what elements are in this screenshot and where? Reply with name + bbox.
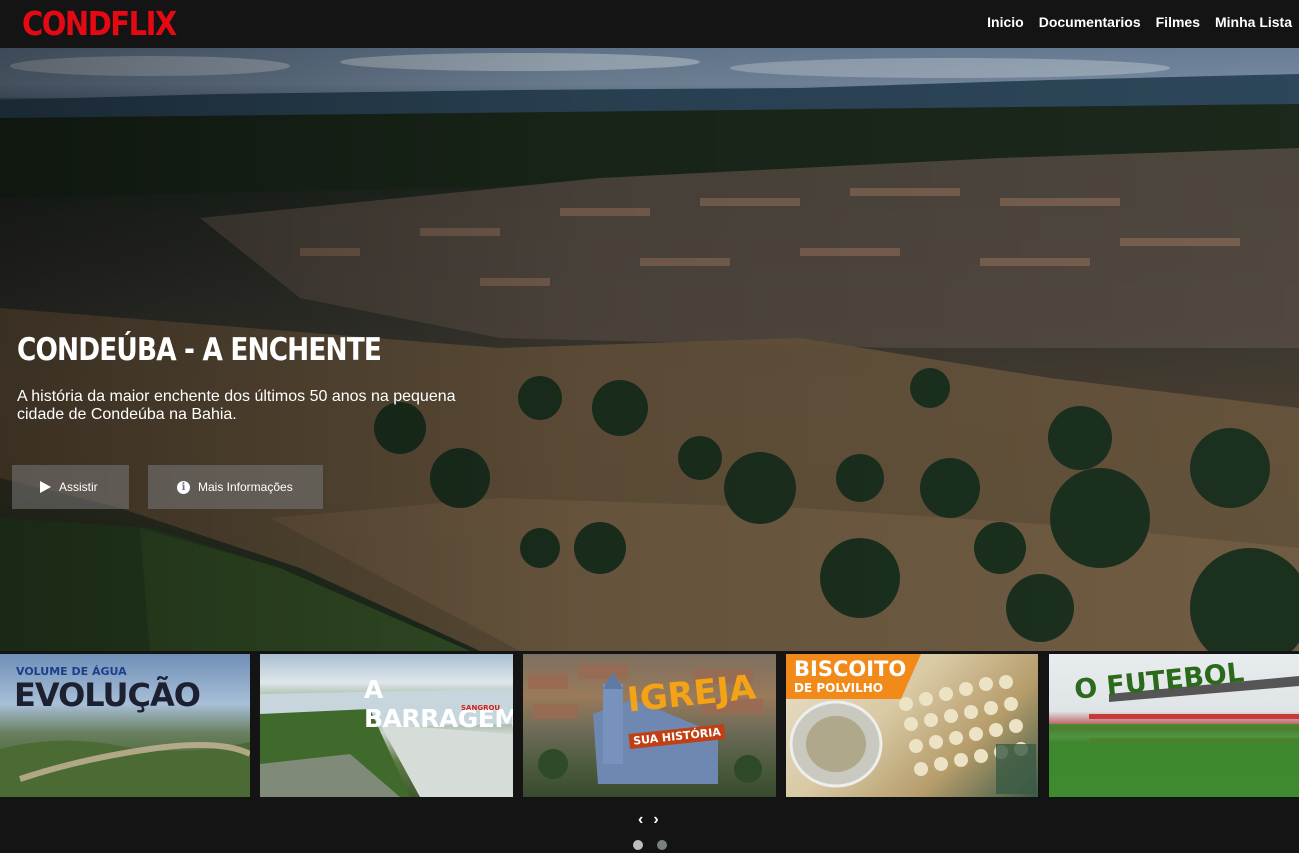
- thumbnail-caption-small: SANGROU: [461, 704, 501, 712]
- nav-filmes[interactable]: Filmes: [1156, 14, 1200, 30]
- main-nav: Inicio Documentarios Filmes Minha Lista: [987, 14, 1292, 30]
- hero-description: A história da maior enchente dos últimos…: [17, 388, 456, 423]
- carousel-pagination: [633, 840, 667, 850]
- pagination-dot-2[interactable]: [657, 840, 667, 850]
- nav-minha-lista[interactable]: Minha Lista: [1215, 14, 1292, 30]
- thumbnail-row: VOLUME DE ÁGUA EVOLUÇÃO A BARRAGEM SANGR…: [0, 654, 1299, 797]
- hero-title: CONDEÚBA - A ENCHENTE: [17, 332, 382, 368]
- pagination-dot-1[interactable]: [633, 840, 643, 850]
- carousel-arrows: ‹ ›: [638, 811, 659, 829]
- thumbnail-biscoito[interactable]: BISCOITO DE POLVILHO: [786, 654, 1038, 797]
- hero-banner: CONDEÚBA - A ENCHENTE A história da maio…: [0, 48, 1299, 651]
- nav-inicio[interactable]: Inicio: [987, 14, 1024, 30]
- top-navbar: CONDFLIX Inicio Documentarios Filmes Min…: [0, 0, 1299, 48]
- play-icon: [40, 481, 51, 493]
- thumbnail-evolucao[interactable]: VOLUME DE ÁGUA EVOLUÇÃO: [0, 654, 250, 797]
- play-button[interactable]: Assistir: [12, 465, 129, 509]
- more-info-button[interactable]: i Mais Informações: [148, 465, 323, 509]
- thumbnail-futebol[interactable]: O FUTEBOL: [1049, 654, 1299, 797]
- thumbnail-caption: BISCOITO: [794, 657, 907, 681]
- thumbnail-caption-small: DE POLVILHO: [794, 681, 883, 695]
- thumbnail-igreja[interactable]: IGREJA SUA HISTÓRIA: [523, 654, 776, 797]
- thumbnail-caption: EVOLUÇÃO: [14, 676, 201, 714]
- condflix-logo[interactable]: CONDFLIX: [22, 4, 177, 43]
- play-button-label: Assistir: [59, 480, 98, 494]
- chevron-left-icon[interactable]: ‹: [638, 811, 643, 829]
- info-icon: i: [177, 480, 190, 494]
- more-info-button-label: Mais Informações: [198, 480, 293, 494]
- chevron-right-icon[interactable]: ›: [653, 811, 658, 829]
- thumbnail-barragem[interactable]: A BARRAGEM SANGROU: [260, 654, 513, 797]
- nav-documentarios[interactable]: Documentarios: [1039, 14, 1141, 30]
